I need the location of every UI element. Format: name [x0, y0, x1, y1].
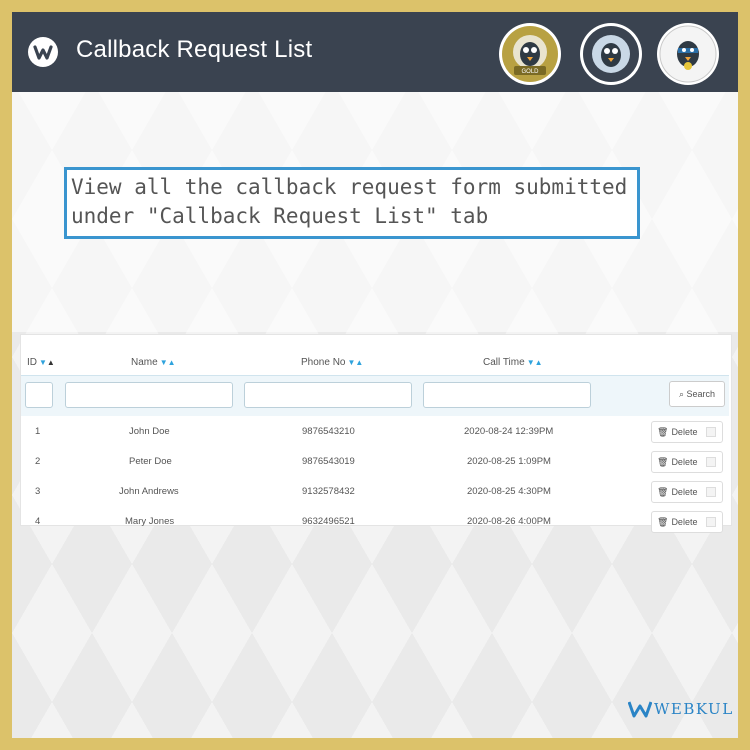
sort-arrows-icon[interactable]: ▼▲	[347, 358, 363, 367]
row-id: 4	[35, 516, 41, 527]
sort-arrows-icon[interactable]: ▼▲	[160, 358, 176, 367]
trash-icon: 🗑	[657, 517, 669, 527]
table-row: 1 John Doe 9876543210 2020-08-24 12:39PM…	[21, 416, 729, 447]
trash-icon: 🗑	[657, 487, 669, 497]
prestashop-module-developer-badge-icon	[579, 22, 643, 86]
table-row: 2 Peter Doe 9876543019 2020-08-25 1:09PM…	[21, 446, 729, 477]
row-select-checkbox[interactable]	[706, 457, 716, 467]
delete-button[interactable]: 🗑 Delete	[651, 481, 723, 503]
delete-button[interactable]: 🗑 Delete	[651, 511, 723, 533]
header-bar: Callback Request List GOLD	[12, 12, 738, 92]
prestashop-gold-badge-icon: GOLD	[498, 22, 562, 86]
column-header-id[interactable]: ID ▼▲	[27, 357, 55, 368]
row-select-checkbox[interactable]	[706, 517, 716, 527]
column-header-call-time[interactable]: Call Time ▼▲	[483, 357, 543, 368]
filter-phone-input[interactable]	[244, 382, 412, 408]
row-name: Peter Doe	[129, 456, 172, 467]
delete-button[interactable]: 🗑 Delete	[651, 451, 723, 473]
row-call-time: 2020-08-26 4:00PM	[467, 516, 551, 527]
trash-icon: 🗑	[657, 427, 669, 437]
filter-name-input[interactable]	[65, 382, 233, 408]
row-call-time: 2020-08-25 4:30PM	[467, 486, 551, 497]
page-title: Callback Request List	[76, 36, 313, 63]
row-phone: 9132578432	[302, 486, 355, 497]
filter-id-input[interactable]	[25, 382, 53, 408]
callback-request-table: ID ▼▲ Name ▼▲ Phone No ▼▲ Call Time ▼▲ ⌕ Sea…	[20, 334, 732, 533]
webkul-brand-text: WEBKUL	[654, 700, 734, 718]
row-select-checkbox[interactable]	[706, 427, 716, 437]
trash-icon: 🗑	[657, 457, 669, 467]
filter-call-time-input[interactable]	[423, 382, 591, 408]
table-row: 4 Mary Jones 9632496521 2020-08-26 4:00P…	[21, 506, 729, 533]
row-name: John Doe	[129, 426, 170, 437]
search-icon: ⌕	[678, 389, 684, 399]
row-phone: 9876543210	[302, 426, 355, 437]
table-row: 3 John Andrews 9132578432 2020-08-25 4:3…	[21, 476, 729, 507]
delete-button[interactable]: 🗑 Delete	[651, 421, 723, 443]
row-name: John Andrews	[119, 486, 179, 497]
row-phone: 9876543019	[302, 456, 355, 467]
prestashop-super-hero-seller-badge-icon	[656, 22, 720, 86]
row-call-time: 2020-08-24 12:39PM	[464, 426, 554, 437]
webkul-footer-logo	[627, 700, 653, 723]
filter-row: ⌕ Search	[21, 375, 729, 417]
row-call-time: 2020-08-25 1:09PM	[467, 456, 551, 467]
info-callout: View all the callback request form submi…	[64, 167, 640, 239]
gold-frame: Callback Request List GOLD View all the …	[0, 0, 750, 750]
callout-text: View all the callback request form submi…	[71, 175, 628, 228]
badge-gold-text: GOLD	[521, 69, 539, 75]
search-button[interactable]: ⌕ Search	[669, 381, 725, 407]
row-id: 1	[35, 426, 41, 437]
row-id: 2	[35, 456, 41, 467]
webkul-mark-icon	[627, 701, 653, 718]
sort-arrows-icon[interactable]: ▼▲	[527, 358, 543, 367]
column-header-phone[interactable]: Phone No ▼▲	[301, 357, 363, 368]
row-select-checkbox[interactable]	[706, 487, 716, 497]
row-name: Mary Jones	[125, 516, 175, 527]
sort-arrows-icon[interactable]: ▼▲	[39, 358, 55, 367]
content-area: Callback Request List GOLD View all the …	[12, 12, 738, 738]
webkul-logo-icon	[28, 37, 58, 67]
column-header-name[interactable]: Name ▼▲	[131, 357, 176, 368]
row-phone: 9632496521	[302, 516, 355, 527]
row-id: 3	[35, 486, 41, 497]
